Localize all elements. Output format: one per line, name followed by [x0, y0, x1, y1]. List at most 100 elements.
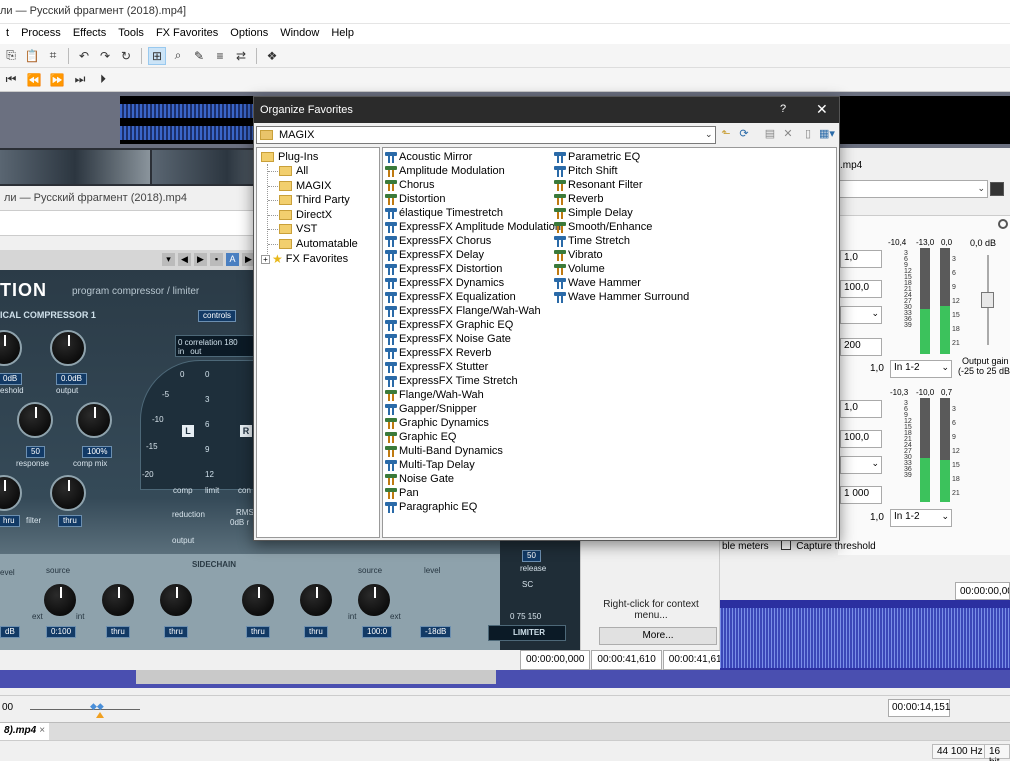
list-item[interactable]: Pitch Shift	[554, 164, 618, 178]
close-tab-icon[interactable]: ×	[39, 725, 45, 736]
list-item[interactable]: Graphic EQ	[385, 430, 456, 444]
output-gain-fader[interactable]	[981, 292, 994, 308]
list-item[interactable]: Reverb	[554, 192, 603, 206]
preset-combo[interactable]: ⌄	[838, 180, 988, 198]
list-item[interactable]: ExpressFX Stutter	[385, 360, 488, 374]
zoom-tool-icon[interactable]: ⌕	[169, 47, 187, 65]
list-item[interactable]: ExpressFX Flange/Wah-Wah	[385, 304, 541, 318]
copy-icon[interactable]: ⎘	[2, 47, 20, 65]
list-item[interactable]: Gapper/Snipper	[385, 402, 477, 416]
refresh-icon[interactable]: ⟳	[736, 126, 752, 142]
folder-combo[interactable]: MAGIX ⌄	[256, 126, 716, 144]
list-item[interactable]: Chorus	[385, 178, 434, 192]
next-preset-icon[interactable]: ▶	[194, 253, 207, 266]
list-item[interactable]: ExpressFX Dynamics	[385, 276, 504, 290]
list-item[interactable]: élastique Timestretch	[385, 206, 503, 220]
view-menu-icon[interactable]: ▦▾	[816, 126, 838, 142]
list-item[interactable]: Smooth/Enhance	[554, 220, 652, 234]
crop-icon[interactable]: ⌗	[44, 47, 62, 65]
filter-high-knob[interactable]	[50, 475, 86, 511]
controls-button[interactable]: controls	[198, 310, 237, 322]
tree-item-third-party[interactable]: Third Party	[279, 193, 350, 207]
list-item[interactable]: Vibrato	[554, 248, 603, 262]
list-item[interactable]: Multi-Tap Delay	[385, 458, 475, 472]
sc-source-knob[interactable]	[42, 582, 78, 618]
envelope-tool-icon[interactable]: ≡	[211, 47, 229, 65]
list-item[interactable]: Time Stretch	[554, 234, 630, 248]
up-folder-icon[interactable]: ⬑	[718, 126, 734, 142]
settings-icon[interactable]	[998, 219, 1008, 229]
input-channel-combo[interactable]: In 1-2 ⌄	[890, 509, 952, 527]
tree-item-plug-ins[interactable]: Plug-Ins	[261, 150, 318, 164]
response-knob[interactable]	[17, 402, 53, 438]
output-knob[interactable]	[50, 330, 86, 366]
pencil-tool-icon[interactable]: ✎	[190, 47, 208, 65]
menu-item[interactable]: t	[0, 24, 15, 44]
redo-icon[interactable]: ↷	[96, 47, 114, 65]
attack-input[interactable]: 1,0	[840, 250, 882, 268]
tree-item-automatable[interactable]: Automatable	[279, 237, 358, 251]
mode-combo[interactable]: ⌄	[840, 306, 882, 324]
cursor-time[interactable]: 00:00:14,151	[888, 699, 950, 717]
zoom-slider-track[interactable]	[30, 709, 140, 710]
video-thumbnail-strip[interactable]	[0, 148, 302, 186]
save-preset-icon[interactable]: ▪	[210, 253, 223, 266]
sc-filter-knob[interactable]	[240, 582, 276, 618]
menu-options[interactable]: Options	[224, 24, 274, 44]
comp-mix-knob[interactable]	[76, 402, 112, 438]
filter-low-knob[interactable]	[0, 475, 22, 511]
fast-forward-icon[interactable]: ⏩	[48, 71, 66, 89]
list-item[interactable]: Graphic Dynamics	[385, 416, 489, 430]
sc-filter-knob[interactable]	[158, 582, 194, 618]
tree-item-fx-favorites[interactable]: + ★ FX Favorites	[261, 252, 348, 266]
sc-filter-knob[interactable]	[100, 582, 136, 618]
list-item[interactable]: ExpressFX Delay	[385, 248, 484, 262]
go-to-end-icon[interactable]: ⏭	[71, 71, 89, 89]
input-channel-combo[interactable]: In 1-2 ⌄	[890, 360, 952, 378]
list-item[interactable]: ExpressFX Chorus	[385, 234, 491, 248]
selection-end[interactable]: 00:00:41,610	[591, 650, 662, 670]
go-to-start-icon[interactable]: ⏮	[2, 71, 20, 89]
release-input[interactable]: 100,0	[840, 280, 882, 298]
hold-input[interactable]: 200	[840, 338, 882, 356]
menu-process[interactable]: Process	[15, 24, 67, 44]
list-item[interactable]: ExpressFX Graphic EQ	[385, 318, 513, 332]
list-item[interactable]: ExpressFX Time Stretch	[385, 374, 518, 388]
threshold-knob[interactable]	[0, 330, 22, 366]
plugin-chain-icon[interactable]: ❖	[263, 47, 281, 65]
list-item[interactable]: Flange/Wah-Wah	[385, 388, 484, 402]
playhead-marker-icon[interactable]	[96, 712, 104, 718]
edit-tool-icon[interactable]: ⊞	[148, 46, 166, 65]
list-item[interactable]: Pan	[385, 486, 419, 500]
rewind-icon[interactable]: ⏪	[25, 71, 43, 89]
undo-icon[interactable]: ↶	[75, 47, 93, 65]
list-item[interactable]: Multi-Band Dynamics	[385, 444, 503, 458]
limiter-button[interactable]: LIMITER	[488, 625, 566, 641]
list-item[interactable]: Acoustic Mirror	[385, 150, 472, 164]
attack-input[interactable]: 1,0	[840, 400, 882, 418]
list-item[interactable]: ExpressFX Reverb	[385, 346, 491, 360]
automation-icon[interactable]: A	[226, 253, 239, 266]
mode-combo[interactable]: ⌄	[840, 456, 882, 474]
tree-item-all[interactable]: All	[279, 164, 308, 178]
timeline-band[interactable]	[0, 670, 1010, 688]
list-item[interactable]: ExpressFX Equalization	[385, 290, 516, 304]
menu-fx-favorites[interactable]: FX Favorites	[150, 24, 224, 44]
refresh-icon[interactable]: ↻	[117, 47, 135, 65]
list-item[interactable]: ExpressFX Distortion	[385, 262, 502, 276]
selection-start[interactable]: 00:00:00,000	[520, 650, 591, 670]
next-marker-icon[interactable]: ⏵	[94, 71, 112, 89]
expand-icon[interactable]: +	[261, 254, 270, 264]
properties-icon[interactable]: ▯	[800, 126, 816, 142]
sc-filter-knob[interactable]	[298, 582, 334, 618]
list-item[interactable]: Noise Gate	[385, 472, 454, 486]
menu-tools[interactable]: Tools	[112, 24, 150, 44]
list-item[interactable]: Parametric EQ	[554, 150, 640, 164]
timeline-scroll[interactable]	[136, 670, 496, 684]
list-item[interactable]: Paragraphic EQ	[385, 500, 477, 514]
list-item[interactable]: Wave Hammer Surround	[554, 290, 689, 304]
list-item[interactable]: Simple Delay	[554, 206, 633, 220]
help-button[interactable]: ?	[780, 103, 786, 115]
menu-window[interactable]: Window	[274, 24, 325, 44]
tree-item-directx[interactable]: DirectX	[279, 208, 332, 222]
